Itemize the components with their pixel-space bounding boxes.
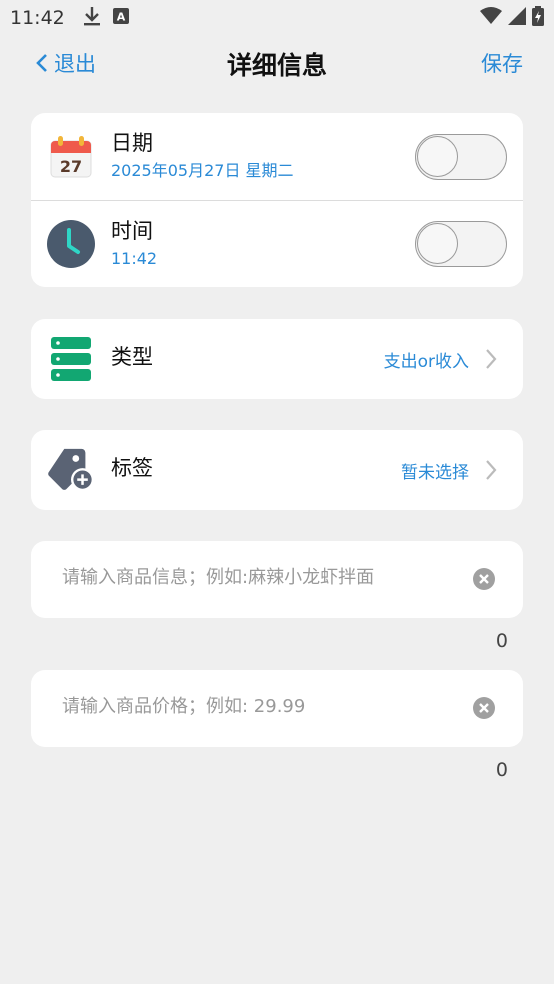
type-row[interactable]: 类型 支出or收入: [31, 319, 523, 399]
time-value: 11:42: [111, 249, 158, 268]
clear-icon[interactable]: [473, 697, 495, 723]
product-info-input[interactable]: [62, 567, 462, 588]
toggle-knob: [417, 223, 458, 264]
status-bar: 11:42 A: [0, 0, 554, 36]
database-icon: [47, 335, 95, 383]
tag-row[interactable]: 标签 暂未选择: [31, 430, 523, 510]
svg-text:27: 27: [60, 157, 82, 176]
product-price-card: [31, 670, 523, 747]
date-time-card: 27 日期 2025年05月27日 星期二 时间 11:42: [31, 113, 523, 287]
type-label: 类型: [111, 345, 153, 369]
clear-icon[interactable]: [473, 568, 495, 594]
download-icon: [83, 6, 101, 30]
tag-label: 标签: [111, 456, 153, 480]
date-toggle[interactable]: [415, 133, 507, 180]
time-label: 时间: [111, 219, 153, 243]
save-button[interactable]: 保存: [481, 48, 523, 78]
product-price-input[interactable]: [62, 696, 462, 717]
chevron-right-icon: [486, 349, 497, 369]
product-info-counter: 0: [495, 630, 508, 652]
wifi-icon: [480, 7, 502, 29]
date-row[interactable]: 27 日期 2025年05月27日 星期二: [31, 113, 523, 200]
calendar-icon: 27: [47, 133, 95, 181]
time-toggle[interactable]: [415, 221, 507, 267]
signal-icon: [508, 7, 526, 29]
date-value: 2025年05月27日 星期二: [111, 161, 294, 180]
battery-charging-icon: [532, 6, 544, 30]
a-notification-icon: A: [112, 8, 129, 28]
toggle-knob: [417, 135, 458, 177]
status-time: 11:42: [10, 7, 65, 29]
nav-bar: 退出 详细信息 保存: [0, 40, 554, 88]
tag-add-icon: [47, 446, 95, 494]
product-info-card: [31, 541, 523, 618]
clock-icon: [47, 220, 95, 268]
type-value: 支出or收入: [383, 352, 469, 372]
svg-text:A: A: [117, 11, 126, 24]
tag-value: 暂未选择: [401, 463, 469, 483]
chevron-right-icon: [486, 460, 497, 480]
page-title: 详细信息: [226, 51, 327, 80]
time-row[interactable]: 时间 11:42: [31, 200, 523, 287]
product-price-counter: 0: [495, 759, 508, 781]
date-label: 日期: [111, 131, 153, 155]
